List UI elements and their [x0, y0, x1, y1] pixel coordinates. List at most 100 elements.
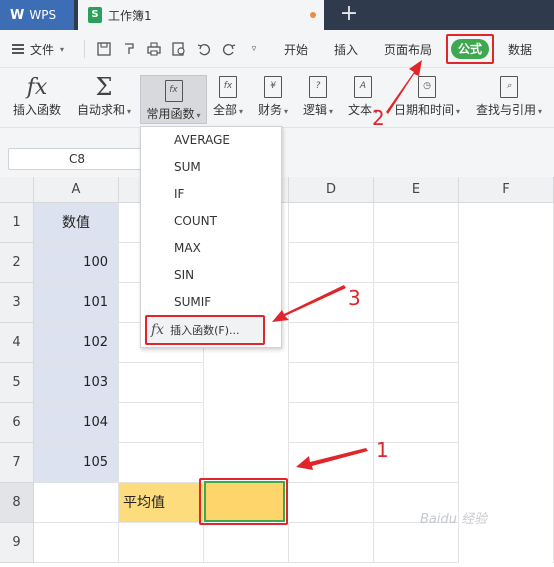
all-functions-label: 全部 — [212, 103, 237, 117]
cell-d3[interactable] — [289, 283, 374, 323]
print-preview-icon[interactable] — [171, 42, 187, 56]
cell-d8[interactable] — [289, 483, 374, 523]
finance-functions-button[interactable]: ¥ 财务 ▾ — [256, 72, 290, 124]
redo-icon[interactable] — [221, 42, 237, 56]
insert-function-label: 插入函数 — [12, 103, 61, 117]
clock-book-icon: ◷ — [418, 76, 436, 98]
cell-e4[interactable] — [374, 323, 459, 363]
cell-b7[interactable] — [119, 443, 204, 483]
row-header-1[interactable]: 1 — [0, 203, 34, 243]
row-header-7[interactable]: 7 — [0, 443, 34, 483]
cell-a8[interactable] — [34, 483, 119, 523]
cell-a1[interactable]: 数值 — [34, 203, 119, 243]
cell-b6[interactable] — [119, 403, 204, 443]
cell-a3[interactable]: 101 — [34, 283, 119, 323]
menu-item-sum[interactable]: SUM — [141, 154, 281, 181]
cell-a9[interactable] — [34, 523, 119, 563]
file-menu-label: 文件 — [30, 42, 55, 57]
chevron-down-icon: ▾ — [127, 107, 132, 116]
column-header-f[interactable]: F — [459, 177, 554, 203]
all-functions-button[interactable]: fx 全部 ▾ — [211, 72, 245, 124]
fx-icon: fx — [26, 74, 48, 100]
chevron-down-icon: ▾ — [196, 111, 201, 120]
insert-function-button[interactable]: fx 插入函数 — [10, 72, 64, 124]
chevron-down-icon: ▾ — [456, 107, 461, 116]
cell-e6[interactable] — [374, 403, 459, 443]
cell-e3[interactable] — [374, 283, 459, 323]
cell-d9[interactable] — [289, 523, 374, 563]
wps-home-tab[interactable]: W WPS — [0, 0, 74, 30]
cell-a4[interactable]: 102 — [34, 323, 119, 363]
wps-logo-icon: W — [10, 7, 25, 23]
cell-e2[interactable] — [374, 243, 459, 283]
tab-insert[interactable]: 插入 — [334, 30, 358, 68]
menu-item-count[interactable]: COUNT — [141, 208, 281, 235]
menu-item-sin[interactable]: SIN — [141, 262, 281, 289]
menu-item-if[interactable]: IF — [141, 181, 281, 208]
hamburger-icon — [12, 44, 24, 54]
select-all-corner[interactable] — [0, 177, 34, 203]
file-menu-button[interactable]: 文件 ▾ — [12, 30, 72, 68]
cell-c9[interactable] — [204, 523, 289, 563]
spreadsheet-icon: S — [88, 7, 102, 23]
cell-a2[interactable]: 100 — [34, 243, 119, 283]
menu-item-sumif[interactable]: SUMIF — [141, 289, 281, 316]
print-icon[interactable] — [146, 42, 162, 56]
column-header-a[interactable]: A — [34, 177, 119, 203]
chevron-down-icon: ▾ — [538, 107, 543, 116]
row-header-2[interactable]: 2 — [0, 243, 34, 283]
row-header-4[interactable]: 4 — [0, 323, 34, 363]
tab-formula[interactable]: 公式 — [446, 34, 494, 64]
cell-e9[interactable] — [374, 523, 459, 563]
cell-d6[interactable] — [289, 403, 374, 443]
tab-formula-label: 公式 — [451, 39, 489, 59]
menu-item-insert-function[interactable]: fx 插入函数(F)... — [145, 315, 265, 345]
name-box[interactable]: C8 — [8, 148, 146, 170]
separator — [84, 40, 85, 58]
row-header-8[interactable]: 8 — [0, 483, 34, 523]
cell-d5[interactable] — [289, 363, 374, 403]
cell-a5[interactable]: 103 — [34, 363, 119, 403]
cell-d2[interactable] — [289, 243, 374, 283]
undo-icon[interactable] — [196, 42, 212, 56]
cell-a6[interactable]: 104 — [34, 403, 119, 443]
tab-page-layout[interactable]: 页面布局 — [384, 30, 432, 68]
cell-d4[interactable] — [289, 323, 374, 363]
column-header-e[interactable]: E — [374, 177, 459, 203]
cell-b5[interactable] — [119, 363, 204, 403]
common-functions-button[interactable]: fx 常用函数 ▾ — [140, 75, 207, 124]
document-tab[interactable]: S 工作簿1 — [78, 0, 324, 30]
customize-toolbar-icon[interactable]: ▿ — [246, 42, 262, 56]
cell-d7[interactable] — [289, 443, 374, 483]
row-header-5[interactable]: 5 — [0, 363, 34, 403]
cell-e1[interactable] — [374, 203, 459, 243]
common-functions-dropdown: AVERAGE SUM IF COUNT MAX SIN SUMIF fx 插入… — [140, 126, 282, 348]
row-header-9[interactable]: 9 — [0, 523, 34, 563]
cell-e5[interactable] — [374, 363, 459, 403]
tab-start[interactable]: 开始 — [284, 30, 308, 68]
logic-functions-label: 逻辑 — [302, 103, 327, 117]
row-header-6[interactable]: 6 — [0, 403, 34, 443]
cell-d1[interactable] — [289, 203, 374, 243]
menu-bar: 文件 ▾ ▿ 开始 插入 页面布局 公式 数据 — [0, 30, 554, 68]
common-functions-label: 常用函数 — [146, 107, 195, 121]
cell-b9[interactable] — [119, 523, 204, 563]
tab-data[interactable]: 数据 — [508, 30, 532, 68]
column-header-d[interactable]: D — [289, 177, 374, 203]
chevron-down-icon: ▾ — [239, 107, 244, 116]
cell-a7[interactable]: 105 — [34, 443, 119, 483]
selected-cell-highlight — [199, 478, 288, 525]
menu-item-average[interactable]: AVERAGE — [141, 127, 281, 154]
row-header-3[interactable]: 3 — [0, 283, 34, 323]
menu-item-max[interactable]: MAX — [141, 235, 281, 262]
save-icon[interactable] — [96, 42, 112, 56]
cell-b8[interactable]: 平均值 — [119, 483, 204, 523]
lookup-functions-button[interactable]: ⌕ 查找与引用 ▾ — [472, 72, 546, 124]
new-tab-button[interactable]: + — [336, 2, 362, 28]
title-bar: W WPS S 工作簿1 + — [0, 0, 554, 30]
logic-functions-button[interactable]: ? 逻辑 ▾ — [301, 72, 335, 124]
autosum-button[interactable]: Σ 自动求和 ▾ — [74, 72, 134, 124]
format-painter-icon[interactable] — [121, 42, 137, 56]
annotation-number-2: 2 — [372, 106, 385, 130]
datetime-functions-button[interactable]: ◷ 日期和时间 ▾ — [392, 72, 462, 124]
